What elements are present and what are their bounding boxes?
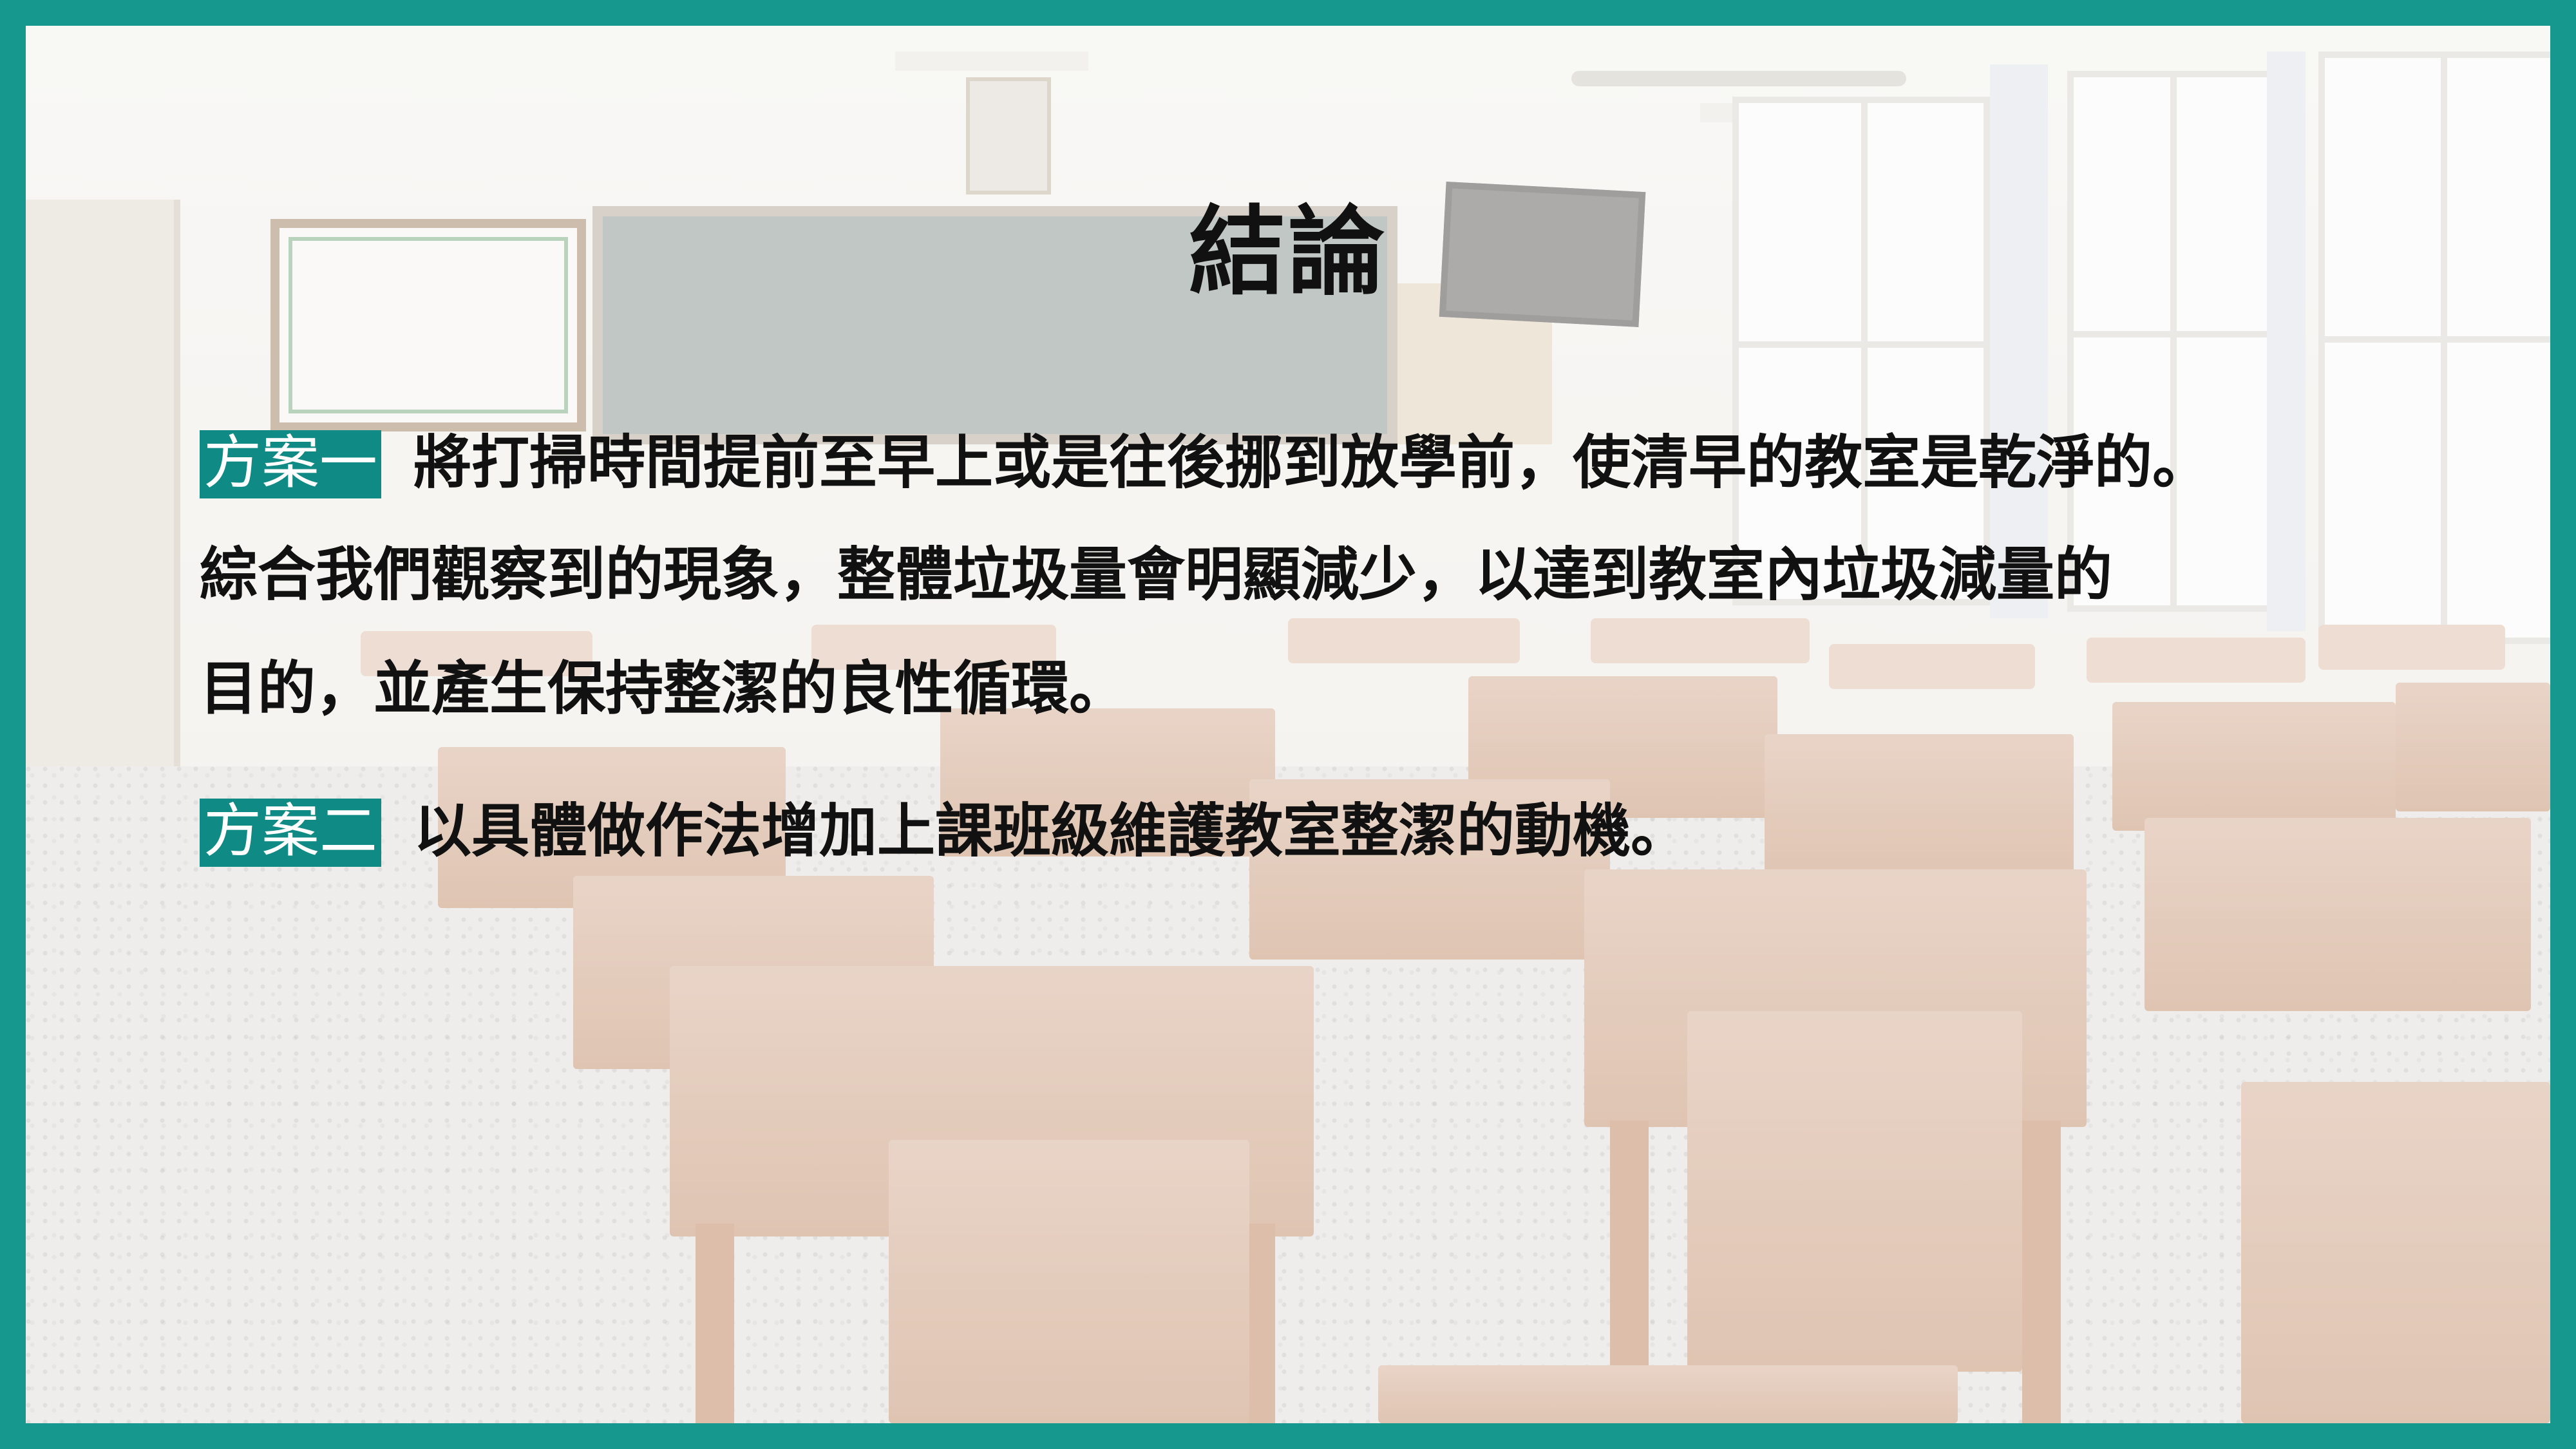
plan1-line2: 綜合我們觀察到的現象，整體垃圾量會明顯減少，以達到教室內垃圾減量的 (200, 541, 2112, 609)
plan2-text-1: 以具體做作法增加上課班級維護教室整潔的動機。 (413, 797, 1689, 865)
plan2-line1: 方案二 以具體做作法增加上課班級維護教室整潔的動機。 (200, 799, 1689, 867)
plan1-tag: 方案一 (200, 430, 381, 498)
slide: 結論 方案一 將打掃時間提前至早上或是往後挪到放學前，使清早的教室是乾淨的。 綜合… (0, 0, 2576, 1449)
plan1-text-1: 將打掃時間提前至早上或是往後挪到放學前，使清早的教室是乾淨的。 (413, 429, 2210, 497)
slide-title: 結論 (1188, 196, 1387, 308)
plan1-line3: 目的，並產生保持整潔的良性循環。 (200, 655, 1127, 723)
plan1-line1: 方案一 將打掃時間提前至早上或是往後挪到放學前，使清早的教室是乾淨的。 (200, 430, 2210, 498)
plan2-tag: 方案二 (200, 799, 381, 867)
